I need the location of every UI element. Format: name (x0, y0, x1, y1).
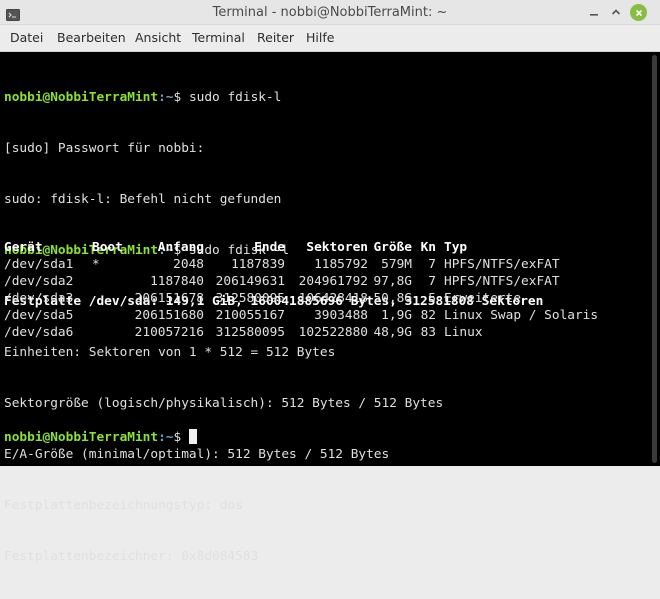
titlebar[interactable]: Terminal - nobbi@NobbiTerraMint: ~ (0, 0, 660, 25)
close-icon[interactable] (630, 4, 647, 21)
table-row: /dev/sda5 206151680 210055167 3903488 1,9G 82… (4, 307, 598, 324)
table-row: /dev/sda1 * 2048 1187839 1185792 579M 7 HPFS/NT… (4, 256, 560, 273)
cell-type: HPFS/NTFS/exFAT (444, 274, 560, 289)
output-line: sudo: fdisk-l: Befehl nicht gefunden (4, 192, 282, 207)
minimize-icon[interactable] (586, 4, 602, 20)
menubar: Datei Bearbeiten Ansicht Terminal Reiter… (0, 25, 660, 52)
table-row: /dev/sda2 1187840 206149631 204961792 97,8G 7… (4, 273, 560, 290)
scrollbar-thumb[interactable] (652, 55, 657, 463)
cell-device: /dev/sda2 (4, 274, 74, 289)
menu-terminal[interactable]: Terminal (187, 25, 250, 51)
cell-device: /dev/sda6 (4, 325, 74, 340)
terminal-output[interactable]: nobbi@NobbiTerraMint:~$ sudo fdisk-l [su… (0, 52, 649, 564)
header-device: Gerät (4, 240, 43, 255)
cell-start: 206151678 (134, 291, 204, 306)
cell-end: 312580095 (215, 291, 285, 306)
menu-ansicht[interactable]: Ansicht (130, 25, 186, 51)
cell-id: 7 (428, 257, 436, 272)
cell-start: 206151680 (134, 308, 204, 323)
cell-type: HPFS/NTFS/exFAT (444, 257, 560, 272)
maximize-icon[interactable] (608, 4, 624, 20)
cell-id: 82 (420, 308, 436, 323)
scrollbar[interactable] (649, 52, 660, 466)
table-row: /dev/sda6 210057216 312580095 102522880 48,9… (4, 324, 483, 341)
cell-end: 206149631 (215, 274, 285, 289)
cell-size: 579M (381, 257, 412, 272)
prompt-symbol: $ (173, 430, 189, 445)
prompt-symbol: $ (173, 90, 189, 105)
cell-id: 83 (420, 325, 436, 340)
cell-size: 50,8G (373, 291, 412, 306)
cell-device: /dev/sda5 (4, 308, 74, 323)
cell-type: Linux (444, 325, 483, 340)
menu-reiter[interactable]: Reiter (252, 25, 299, 51)
prompt-line: nobbi@NobbiTerraMint:~$ (4, 429, 197, 446)
prompt-user-host: nobbi@NobbiTerraMint (4, 430, 159, 445)
cell-type: Erweiterte (444, 291, 522, 306)
cell-sectors: 1185792 (314, 257, 368, 272)
header-type: Typ (444, 240, 468, 255)
output-line: Festplattenbezeichnungstyp: dos (4, 498, 243, 513)
prompt-line: nobbi@NobbiTerraMint:~$ sudo fdisk-l (4, 89, 543, 106)
cell-size: 1,9G (381, 308, 412, 323)
cell-boot: * (92, 257, 100, 272)
header-id: Kn (420, 240, 436, 255)
prompt-path: :~ (158, 90, 174, 105)
header-size: Größe (373, 240, 412, 255)
prompt-path: :~ (158, 430, 174, 445)
cell-device: /dev/sda1 (4, 257, 74, 272)
partition-table: Gerät Boot Anfang Ende Sektoren Größe Kn… (4, 239, 598, 341)
cell-device: /dev/sda3 (4, 291, 74, 306)
command-text: sudo fdisk-l (188, 90, 282, 105)
menu-hilfe[interactable]: Hilfe (301, 25, 339, 51)
menu-bearbeiten[interactable]: Bearbeiten (52, 25, 131, 51)
header-boot: Boot (92, 240, 123, 255)
cell-sectors: 106428418 (298, 291, 368, 306)
header-end: Ende (254, 240, 285, 255)
cell-sectors: 3903488 (314, 308, 368, 323)
cell-start: 1187840 (150, 274, 204, 289)
cell-size: 97,8G (373, 274, 412, 289)
cell-size: 48,9G (373, 325, 412, 340)
header-start: Anfang (157, 240, 204, 255)
text-cursor (188, 429, 197, 444)
terminal-window: Terminal - nobbi@NobbiTerraMint: ~ Datei… (0, 0, 660, 564)
cell-end: 312580095 (215, 325, 285, 340)
cell-sectors: 204961792 (298, 274, 368, 289)
table-row: /dev/sda3 206151678 312580095 106428418 50,8… (4, 290, 521, 307)
cell-type: Linux Swap / Solaris (444, 308, 599, 323)
cell-id: 5 (428, 291, 436, 306)
output-line: Festplattenbezeichner: 0x8d084583 (4, 549, 259, 564)
window-title: Terminal - nobbi@NobbiTerraMint: ~ (212, 5, 448, 20)
output-line: [sudo] Passwort für nobbi: (4, 141, 205, 156)
cell-start: 2048 (173, 257, 204, 272)
cell-sectors: 102522880 (298, 325, 368, 340)
partition-table-header: Gerät Boot Anfang Ende Sektoren Größe Kn… (4, 239, 467, 256)
cell-start: 210057216 (134, 325, 204, 340)
cell-end: 1187839 (231, 257, 285, 272)
output-line: Einheiten: Sektoren von 1 * 512 = 512 By… (4, 345, 336, 360)
menu-datei[interactable]: Datei (5, 25, 48, 51)
header-sectors: Sektoren (306, 240, 368, 255)
cell-end: 210055167 (215, 308, 285, 323)
cell-id: 7 (428, 274, 436, 289)
prompt-user-host: nobbi@NobbiTerraMint (4, 90, 159, 105)
